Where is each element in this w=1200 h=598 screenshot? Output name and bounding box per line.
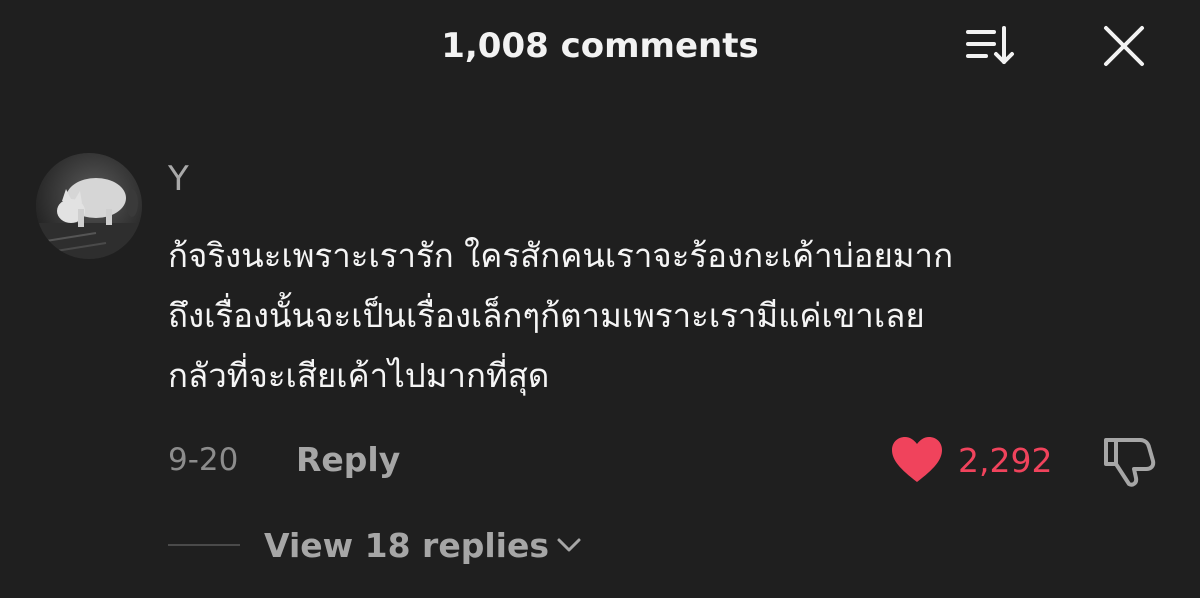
close-icon xyxy=(1104,26,1144,66)
comment-username[interactable]: Y xyxy=(168,157,189,201)
sort-icon xyxy=(966,26,1014,64)
sort-button[interactable] xyxy=(962,22,1022,70)
view-replies-label: View 18 replies xyxy=(264,525,549,565)
comment-date: 9-20 xyxy=(168,442,239,478)
chevron-down-icon xyxy=(557,538,581,552)
close-button[interactable] xyxy=(1100,22,1148,70)
heart-icon xyxy=(892,437,942,482)
view-replies-button[interactable]: View 18 replies xyxy=(264,523,583,567)
thumbs-down-icon xyxy=(1104,438,1156,487)
comment-text: ก้จริงนะเพราะเรารัก ใครสักคนเราจะร้องกะเ… xyxy=(168,236,954,395)
reply-button[interactable]: Reply xyxy=(296,438,400,482)
dislike-button[interactable] xyxy=(1100,432,1158,488)
like-count: 2,292 xyxy=(958,440,1053,480)
cat-avatar xyxy=(36,153,142,259)
like-button[interactable]: 2,292 xyxy=(890,434,1052,486)
avatar[interactable] xyxy=(36,153,142,259)
replies-divider xyxy=(168,544,240,546)
